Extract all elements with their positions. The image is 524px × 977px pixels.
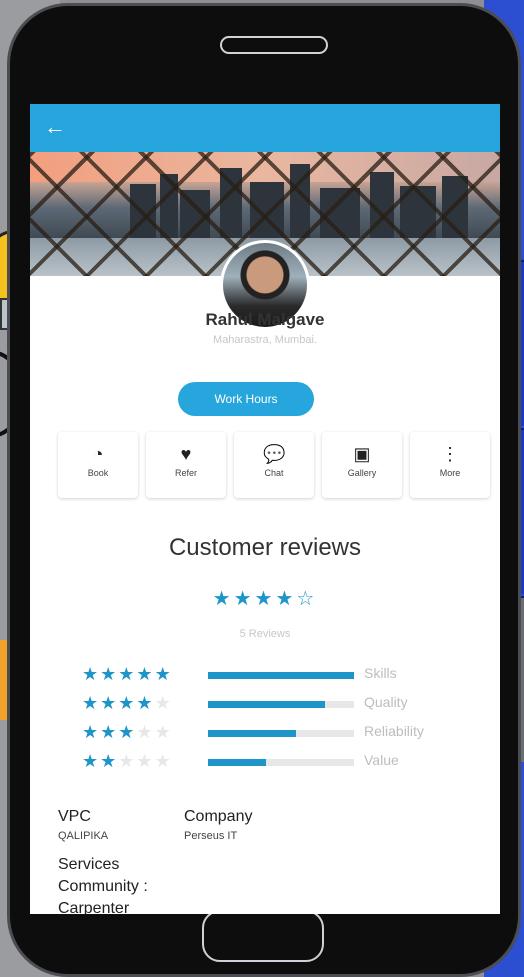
rating-row-stars: ★★★★★ (82, 751, 173, 772)
action-chat[interactable]: 💬 Chat (234, 432, 314, 498)
reviews-count: 5 Reviews (239, 628, 291, 640)
company-value: Perseus IT (184, 830, 238, 842)
star-filled-icon: ★ (100, 722, 119, 742)
rating-row-stars: ★★★★★ (82, 664, 173, 685)
work-hours-button[interactable]: Work Hours (178, 382, 314, 416)
star-filled-icon: ★ (136, 664, 155, 684)
star-filled-icon: ★ (100, 664, 119, 684)
app-screen: ← Rahul Malgave Maharastra, Mumbai. Work… (30, 104, 500, 914)
rating-row: ★★★★★ Reliability (82, 722, 482, 742)
action-label: More (439, 468, 461, 478)
star-empty-icon: ☆ (296, 588, 318, 610)
action-label: Gallery (347, 468, 377, 478)
vpc-label: VPC (58, 808, 91, 825)
rating-row: ★★★★★ Value (82, 751, 482, 771)
star-filled-icon: ★ (212, 588, 234, 610)
star-filled-icon: ★ (118, 693, 137, 713)
action-label: Refer (174, 468, 197, 478)
action-book[interactable]: ◔ Book (58, 432, 138, 498)
star-empty-icon: ★ (154, 693, 173, 713)
rating-bar-track (208, 701, 354, 708)
more-vert-icon: ⋮ (441, 444, 459, 464)
star-filled-icon: ★ (82, 664, 101, 684)
overall-rating-stars: ★★★★☆ (30, 586, 500, 611)
star-empty-icon: ★ (154, 751, 173, 771)
rating-row-stars: ★★★★★ (82, 693, 173, 714)
profile-location: Maharastra, Mumbai. (213, 334, 317, 346)
action-label: Book (87, 468, 109, 478)
vpc-value: QALIPIKA (58, 830, 109, 842)
action-label: Chat (264, 468, 284, 478)
star-filled-icon: ★ (118, 722, 137, 742)
heart-icon: ♥ (180, 444, 192, 464)
action-bar: ◔ Book ♥ Refer 💬 Chat ▣ Gallery ⋮ More (58, 432, 494, 498)
star-empty-icon: ★ (118, 751, 137, 771)
star-filled-icon: ★ (82, 693, 101, 713)
star-filled-icon: ★ (82, 751, 101, 771)
profile-name: Rahul Malgave (205, 310, 325, 329)
rating-row-label: Quality (364, 694, 408, 710)
star-empty-icon: ★ (136, 722, 155, 742)
app-bar: ← (30, 104, 500, 152)
action-gallery[interactable]: ▣ Gallery (322, 432, 402, 498)
rating-bar-fill (208, 730, 296, 737)
rating-row-label: Skills (364, 665, 397, 681)
chat-icon: 💬 (263, 444, 286, 464)
rating-bar-fill (208, 759, 267, 766)
star-empty-icon: ★ (136, 751, 155, 771)
star-filled-icon: ★ (233, 588, 255, 610)
star-filled-icon: ★ (100, 693, 119, 713)
rating-row-stars: ★★★★★ (82, 722, 173, 743)
rating-bar-track (208, 730, 354, 737)
star-filled-icon: ★ (82, 722, 101, 742)
clock-icon: ◔ (92, 444, 104, 464)
company-label: Company (184, 808, 253, 825)
rating-bar-track (208, 672, 354, 679)
arrow-left-icon[interactable]: ← (44, 115, 66, 139)
star-empty-icon: ★ (154, 722, 173, 742)
reviews-title: Customer reviews (168, 534, 362, 561)
rating-row: ★★★★★ Quality (82, 693, 482, 713)
rating-bar-fill (208, 701, 325, 708)
star-filled-icon: ★ (275, 588, 297, 610)
rating-row: ★★★★★ Skills (82, 664, 482, 684)
star-filled-icon: ★ (100, 751, 119, 771)
services-label: Services (58, 856, 120, 873)
community-value: Carpenter (58, 900, 130, 914)
rating-bar-track (208, 759, 354, 766)
speaker-grille (220, 36, 328, 54)
star-filled-icon: ★ (254, 588, 276, 610)
gallery-icon: ▣ (353, 444, 371, 464)
home-button[interactable] (202, 910, 324, 962)
star-filled-icon: ★ (118, 664, 137, 684)
rating-bar-fill (208, 672, 354, 679)
community-label: Community : (58, 878, 148, 895)
action-more[interactable]: ⋮ More (410, 432, 490, 498)
star-filled-icon: ★ (154, 664, 173, 684)
action-refer[interactable]: ♥ Refer (146, 432, 226, 498)
rating-row-label: Value (364, 752, 399, 768)
star-filled-icon: ★ (136, 693, 155, 713)
rating-row-label: Reliability (364, 723, 424, 739)
